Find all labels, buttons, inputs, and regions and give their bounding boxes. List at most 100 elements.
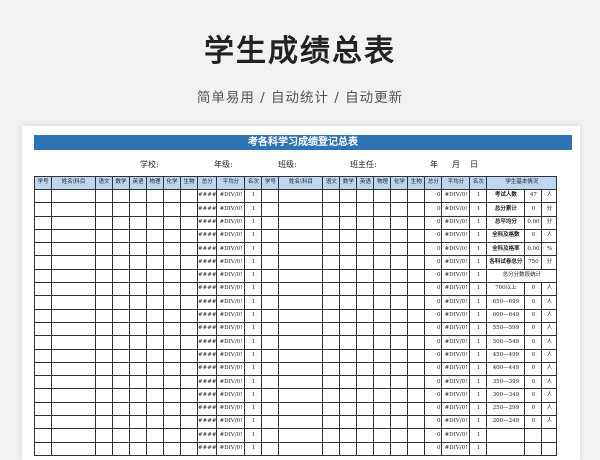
score-cell[interactable]	[163, 308, 181, 323]
score-cell[interactable]	[322, 335, 341, 350]
score-cell[interactable]	[112, 361, 130, 377]
score-cell[interactable]	[373, 215, 392, 230]
score-cell[interactable]	[112, 308, 130, 323]
score-cell[interactable]	[373, 388, 392, 403]
score-cell[interactable]	[390, 268, 409, 284]
score-cell[interactable]	[339, 268, 358, 284]
score-cell[interactable]	[322, 268, 341, 284]
score-cell[interactable]	[373, 308, 392, 323]
score-cell[interactable]	[95, 215, 113, 230]
score-cell[interactable]	[34, 308, 52, 323]
score-cell[interactable]	[390, 321, 409, 337]
score-cell[interactable]	[180, 255, 198, 270]
score-cell[interactable]	[51, 282, 96, 297]
score-cell[interactable]	[180, 242, 198, 257]
score-cell[interactable]	[322, 428, 341, 443]
score-cell[interactable]	[373, 242, 392, 257]
score-cell[interactable]	[322, 415, 341, 430]
score-cell[interactable]	[95, 268, 113, 284]
score-cell[interactable]	[278, 282, 324, 297]
score-cell[interactable]	[129, 268, 147, 284]
score-cell[interactable]	[356, 441, 375, 456]
score-cell[interactable]	[51, 295, 96, 310]
score-cell[interactable]	[112, 388, 130, 403]
score-cell[interactable]	[146, 361, 164, 377]
score-cell[interactable]	[95, 255, 113, 270]
score-cell[interactable]	[373, 188, 392, 204]
score-cell[interactable]	[95, 415, 113, 430]
score-cell[interactable]	[163, 388, 181, 403]
score-cell[interactable]	[390, 188, 409, 204]
score-cell[interactable]	[322, 375, 341, 390]
score-cell[interactable]	[322, 188, 341, 204]
score-cell[interactable]	[112, 268, 130, 284]
score-cell[interactable]	[356, 282, 375, 297]
score-cell[interactable]	[407, 308, 426, 323]
score-cell[interactable]	[261, 335, 280, 350]
score-cell[interactable]	[390, 415, 409, 430]
score-cell[interactable]	[339, 282, 358, 297]
score-cell[interactable]	[356, 255, 375, 270]
score-cell[interactable]	[407, 361, 426, 377]
score-cell[interactable]	[163, 228, 181, 244]
score-cell[interactable]	[146, 415, 164, 430]
score-cell[interactable]	[34, 415, 52, 430]
score-cell[interactable]	[163, 361, 181, 377]
score-cell[interactable]	[373, 375, 392, 390]
score-cell[interactable]	[339, 242, 358, 257]
score-cell[interactable]	[356, 335, 375, 350]
score-cell[interactable]	[356, 361, 375, 377]
score-cell[interactable]	[261, 441, 280, 456]
score-cell[interactable]	[163, 188, 181, 204]
score-cell[interactable]	[129, 441, 147, 456]
score-cell[interactable]	[407, 388, 426, 403]
score-cell[interactable]	[278, 415, 324, 430]
score-cell[interactable]	[356, 295, 375, 310]
score-cell[interactable]	[95, 401, 113, 417]
score-cell[interactable]	[373, 268, 392, 284]
score-cell[interactable]	[180, 215, 198, 230]
score-cell[interactable]	[180, 202, 198, 217]
score-cell[interactable]	[146, 428, 164, 443]
score-cell[interactable]	[390, 348, 409, 363]
score-cell[interactable]	[129, 282, 147, 297]
score-cell[interactable]	[278, 188, 324, 204]
score-cell[interactable]	[407, 242, 426, 257]
score-cell[interactable]	[356, 401, 375, 417]
score-cell[interactable]	[163, 335, 181, 350]
score-cell[interactable]	[373, 415, 392, 430]
score-cell[interactable]	[322, 388, 341, 403]
score-cell[interactable]	[261, 242, 280, 257]
score-cell[interactable]	[146, 228, 164, 244]
score-cell[interactable]	[407, 321, 426, 337]
score-cell[interactable]	[339, 361, 358, 377]
score-cell[interactable]	[261, 188, 280, 204]
score-cell[interactable]	[373, 335, 392, 350]
score-cell[interactable]	[322, 321, 341, 337]
score-cell[interactable]	[95, 242, 113, 257]
score-cell[interactable]	[261, 428, 280, 443]
score-cell[interactable]	[373, 202, 392, 217]
score-cell[interactable]	[34, 348, 52, 363]
score-cell[interactable]	[34, 295, 52, 310]
score-cell[interactable]	[95, 295, 113, 310]
score-cell[interactable]	[322, 401, 341, 417]
score-cell[interactable]	[51, 255, 96, 270]
score-cell[interactable]	[146, 188, 164, 204]
score-cell[interactable]	[112, 188, 130, 204]
score-cell[interactable]	[180, 335, 198, 350]
score-cell[interactable]	[278, 308, 324, 323]
score-cell[interactable]	[95, 441, 113, 456]
score-cell[interactable]	[278, 361, 324, 377]
score-cell[interactable]	[373, 428, 392, 443]
score-cell[interactable]	[180, 295, 198, 310]
score-cell[interactable]	[129, 375, 147, 390]
score-cell[interactable]	[407, 188, 426, 204]
score-cell[interactable]	[278, 348, 324, 363]
score-cell[interactable]	[356, 321, 375, 337]
score-cell[interactable]	[390, 202, 409, 217]
score-cell[interactable]	[95, 202, 113, 217]
score-cell[interactable]	[51, 441, 96, 456]
score-cell[interactable]	[339, 441, 358, 456]
score-cell[interactable]	[180, 228, 198, 244]
